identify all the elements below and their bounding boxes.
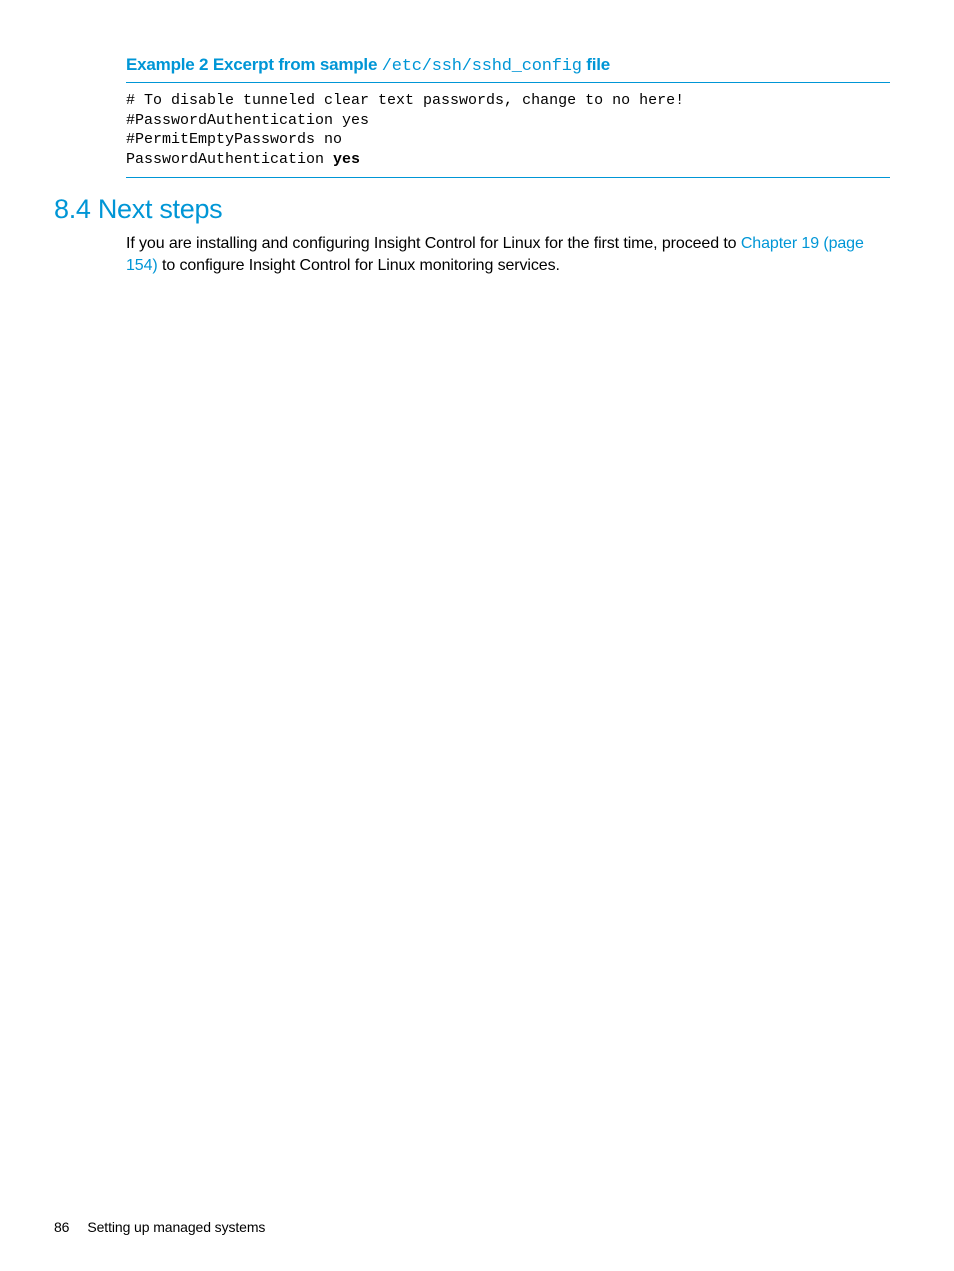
- para-before-link: If you are installing and configuring In…: [126, 235, 741, 252]
- code-line-4b: yes: [333, 151, 360, 168]
- example-title-suffix: file: [582, 55, 610, 74]
- code-line-3: #PermitEmptyPasswords no: [126, 131, 342, 148]
- example-title-prefix: Example 2 Excerpt from sample: [126, 55, 382, 74]
- page-number: 86: [54, 1219, 69, 1235]
- code-line-2: #PasswordAuthentication yes: [126, 112, 369, 129]
- example-title-path: /etc/ssh/sshd_config: [382, 57, 582, 76]
- code-block: # To disable tunneled clear text passwor…: [126, 83, 890, 178]
- example-title: Example 2 Excerpt from sample /etc/ssh/s…: [126, 55, 890, 83]
- document-page: Example 2 Excerpt from sample /etc/ssh/s…: [0, 0, 954, 1271]
- footer-section-title: Setting up managed systems: [87, 1219, 265, 1235]
- code-line-4a: PasswordAuthentication: [126, 151, 333, 168]
- example-box: Example 2 Excerpt from sample /etc/ssh/s…: [126, 55, 890, 178]
- para-after-link: to configure Insight Control for Linux m…: [158, 257, 560, 274]
- code-line-1: # To disable tunneled clear text passwor…: [126, 92, 684, 109]
- section-heading: 8.4 Next steps: [54, 194, 900, 225]
- body-paragraph: If you are installing and configuring In…: [126, 233, 890, 276]
- page-footer: 86 Setting up managed systems: [54, 1219, 265, 1235]
